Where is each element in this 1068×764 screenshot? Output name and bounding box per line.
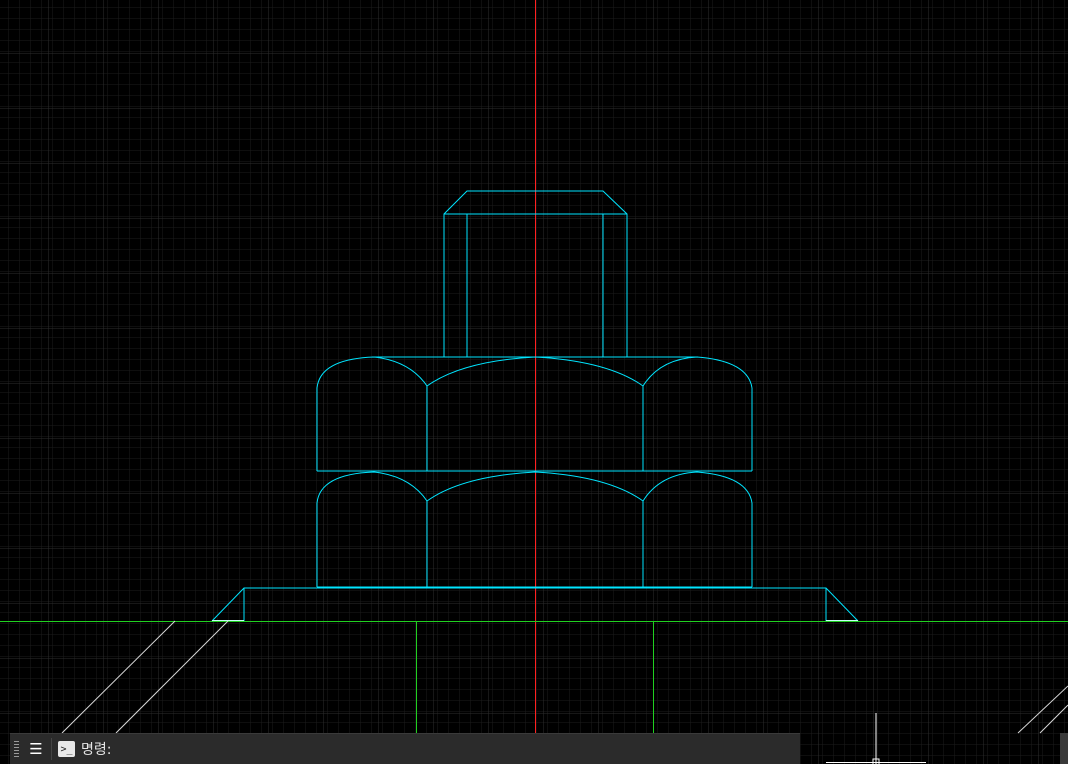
model-space[interactable] <box>0 0 1068 764</box>
menu-icon[interactable]: ☰ <box>25 737 47 761</box>
command-line-separator <box>51 738 52 760</box>
grip-icon[interactable] <box>14 741 19 757</box>
command-line[interactable]: ☰ >_ 명령: <box>10 733 800 764</box>
right-scroll-handle[interactable] <box>1060 733 1068 764</box>
drawing-canvas[interactable]: ☰ >_ 명령: <box>0 0 1068 764</box>
command-prompt-label[interactable]: 명령: <box>81 739 111 759</box>
command-prompt-icon: >_ <box>58 741 75 757</box>
grid <box>0 0 1068 764</box>
